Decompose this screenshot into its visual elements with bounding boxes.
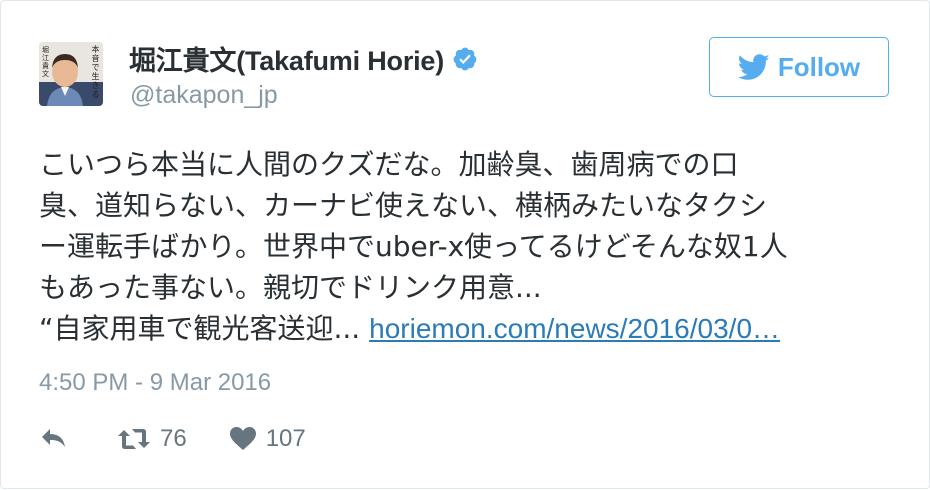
heart-icon	[229, 427, 256, 450]
tweet-text-line: こいつら本当に人間のクズだな。加齢臭、歯周病での口	[39, 148, 739, 181]
tweet-timestamp[interactable]: 4:50 PM - 9 Mar 2016	[39, 369, 271, 397]
tweet-text: こいつら本当に人間のクズだな。加齢臭、歯周病での口 臭、道知らない、カーナビ使え…	[39, 144, 899, 349]
reply-button[interactable]	[39, 426, 69, 452]
follow-button-label: Follow	[777, 51, 861, 82]
tweet-actions: 76 107	[39, 423, 306, 455]
name-row: 堀江貴文(Takafumi Horie)	[129, 39, 478, 78]
tweet-text-line: もあった事ない。親切でドリンク用意...	[39, 271, 542, 304]
tweet-text-line: 臭、道知らない、カーナビ使えない、横柄みたいなタクシ	[39, 189, 768, 222]
avatar-book-title: 本音で生きる	[91, 45, 100, 99]
tweet-card: 本音で生きる 堀江貴文 堀江貴文(Takafumi Horie) @takapo…	[0, 0, 930, 489]
reply-icon	[42, 429, 65, 447]
tweet-text-line: ー運転手ばかり。世界中でuber-x使ってるけどそんな奴1人	[39, 230, 788, 263]
display-name[interactable]: 堀江貴文(Takafumi Horie)	[129, 39, 444, 78]
verified-badge-icon	[452, 46, 478, 72]
user-handle[interactable]: @takapon_jp	[130, 81, 278, 110]
avatar-author: 堀江貴文	[42, 46, 49, 78]
like-button[interactable]: 107	[229, 425, 306, 453]
tweet-link[interactable]: horiemon.com/news/2016/03/0…	[369, 313, 780, 344]
retweet-button[interactable]: 76	[117, 425, 187, 453]
retweet-icon	[118, 429, 150, 449]
follow-button[interactable]: Follow	[709, 37, 889, 97]
like-count: 107	[265, 425, 306, 452]
retweet-count: 76	[160, 425, 187, 452]
tweet-quote-text: “自家用車で観光客送迎...	[39, 312, 361, 345]
tweet-text-last-line: “自家用車で観光客送迎... horiemon.com/news/2016/03…	[39, 308, 899, 349]
twitter-bird-icon	[737, 53, 770, 80]
avatar[interactable]: 本音で生きる 堀江貴文	[39, 42, 103, 106]
